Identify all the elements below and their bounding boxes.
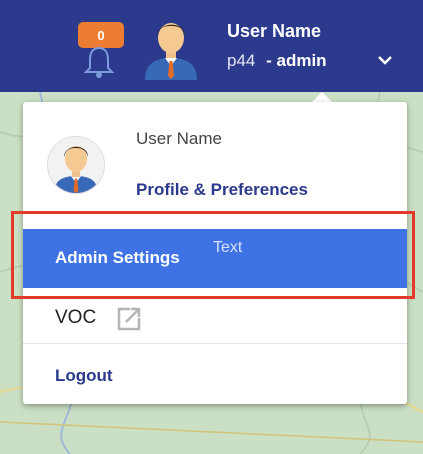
- profile-preferences-link[interactable]: Profile & Preferences: [136, 180, 308, 200]
- menu-pointer: [312, 92, 332, 102]
- chevron-down-icon[interactable]: [377, 54, 393, 66]
- user-avatar-icon[interactable]: [141, 14, 201, 80]
- user-avatar-icon: [54, 146, 98, 193]
- top-header: 0 User Name p44 - admin: [0, 0, 423, 92]
- header-user-id: p44: [227, 51, 256, 70]
- highlight-box: [11, 211, 415, 299]
- header-role-label: - admin: [266, 51, 327, 70]
- external-link-icon[interactable]: [116, 306, 142, 332]
- voc-link[interactable]: VOC: [55, 307, 96, 329]
- menu-divider: [23, 343, 407, 344]
- header-user-role: p44 - admin: [227, 51, 327, 71]
- header-user-name: User Name: [227, 21, 322, 41]
- menu-avatar: [47, 136, 105, 194]
- logout-link[interactable]: Logout: [55, 366, 113, 386]
- bell-icon: [84, 46, 114, 78]
- menu-user-name: User Name: [136, 129, 222, 148]
- notification-button[interactable]: 0: [78, 22, 124, 82]
